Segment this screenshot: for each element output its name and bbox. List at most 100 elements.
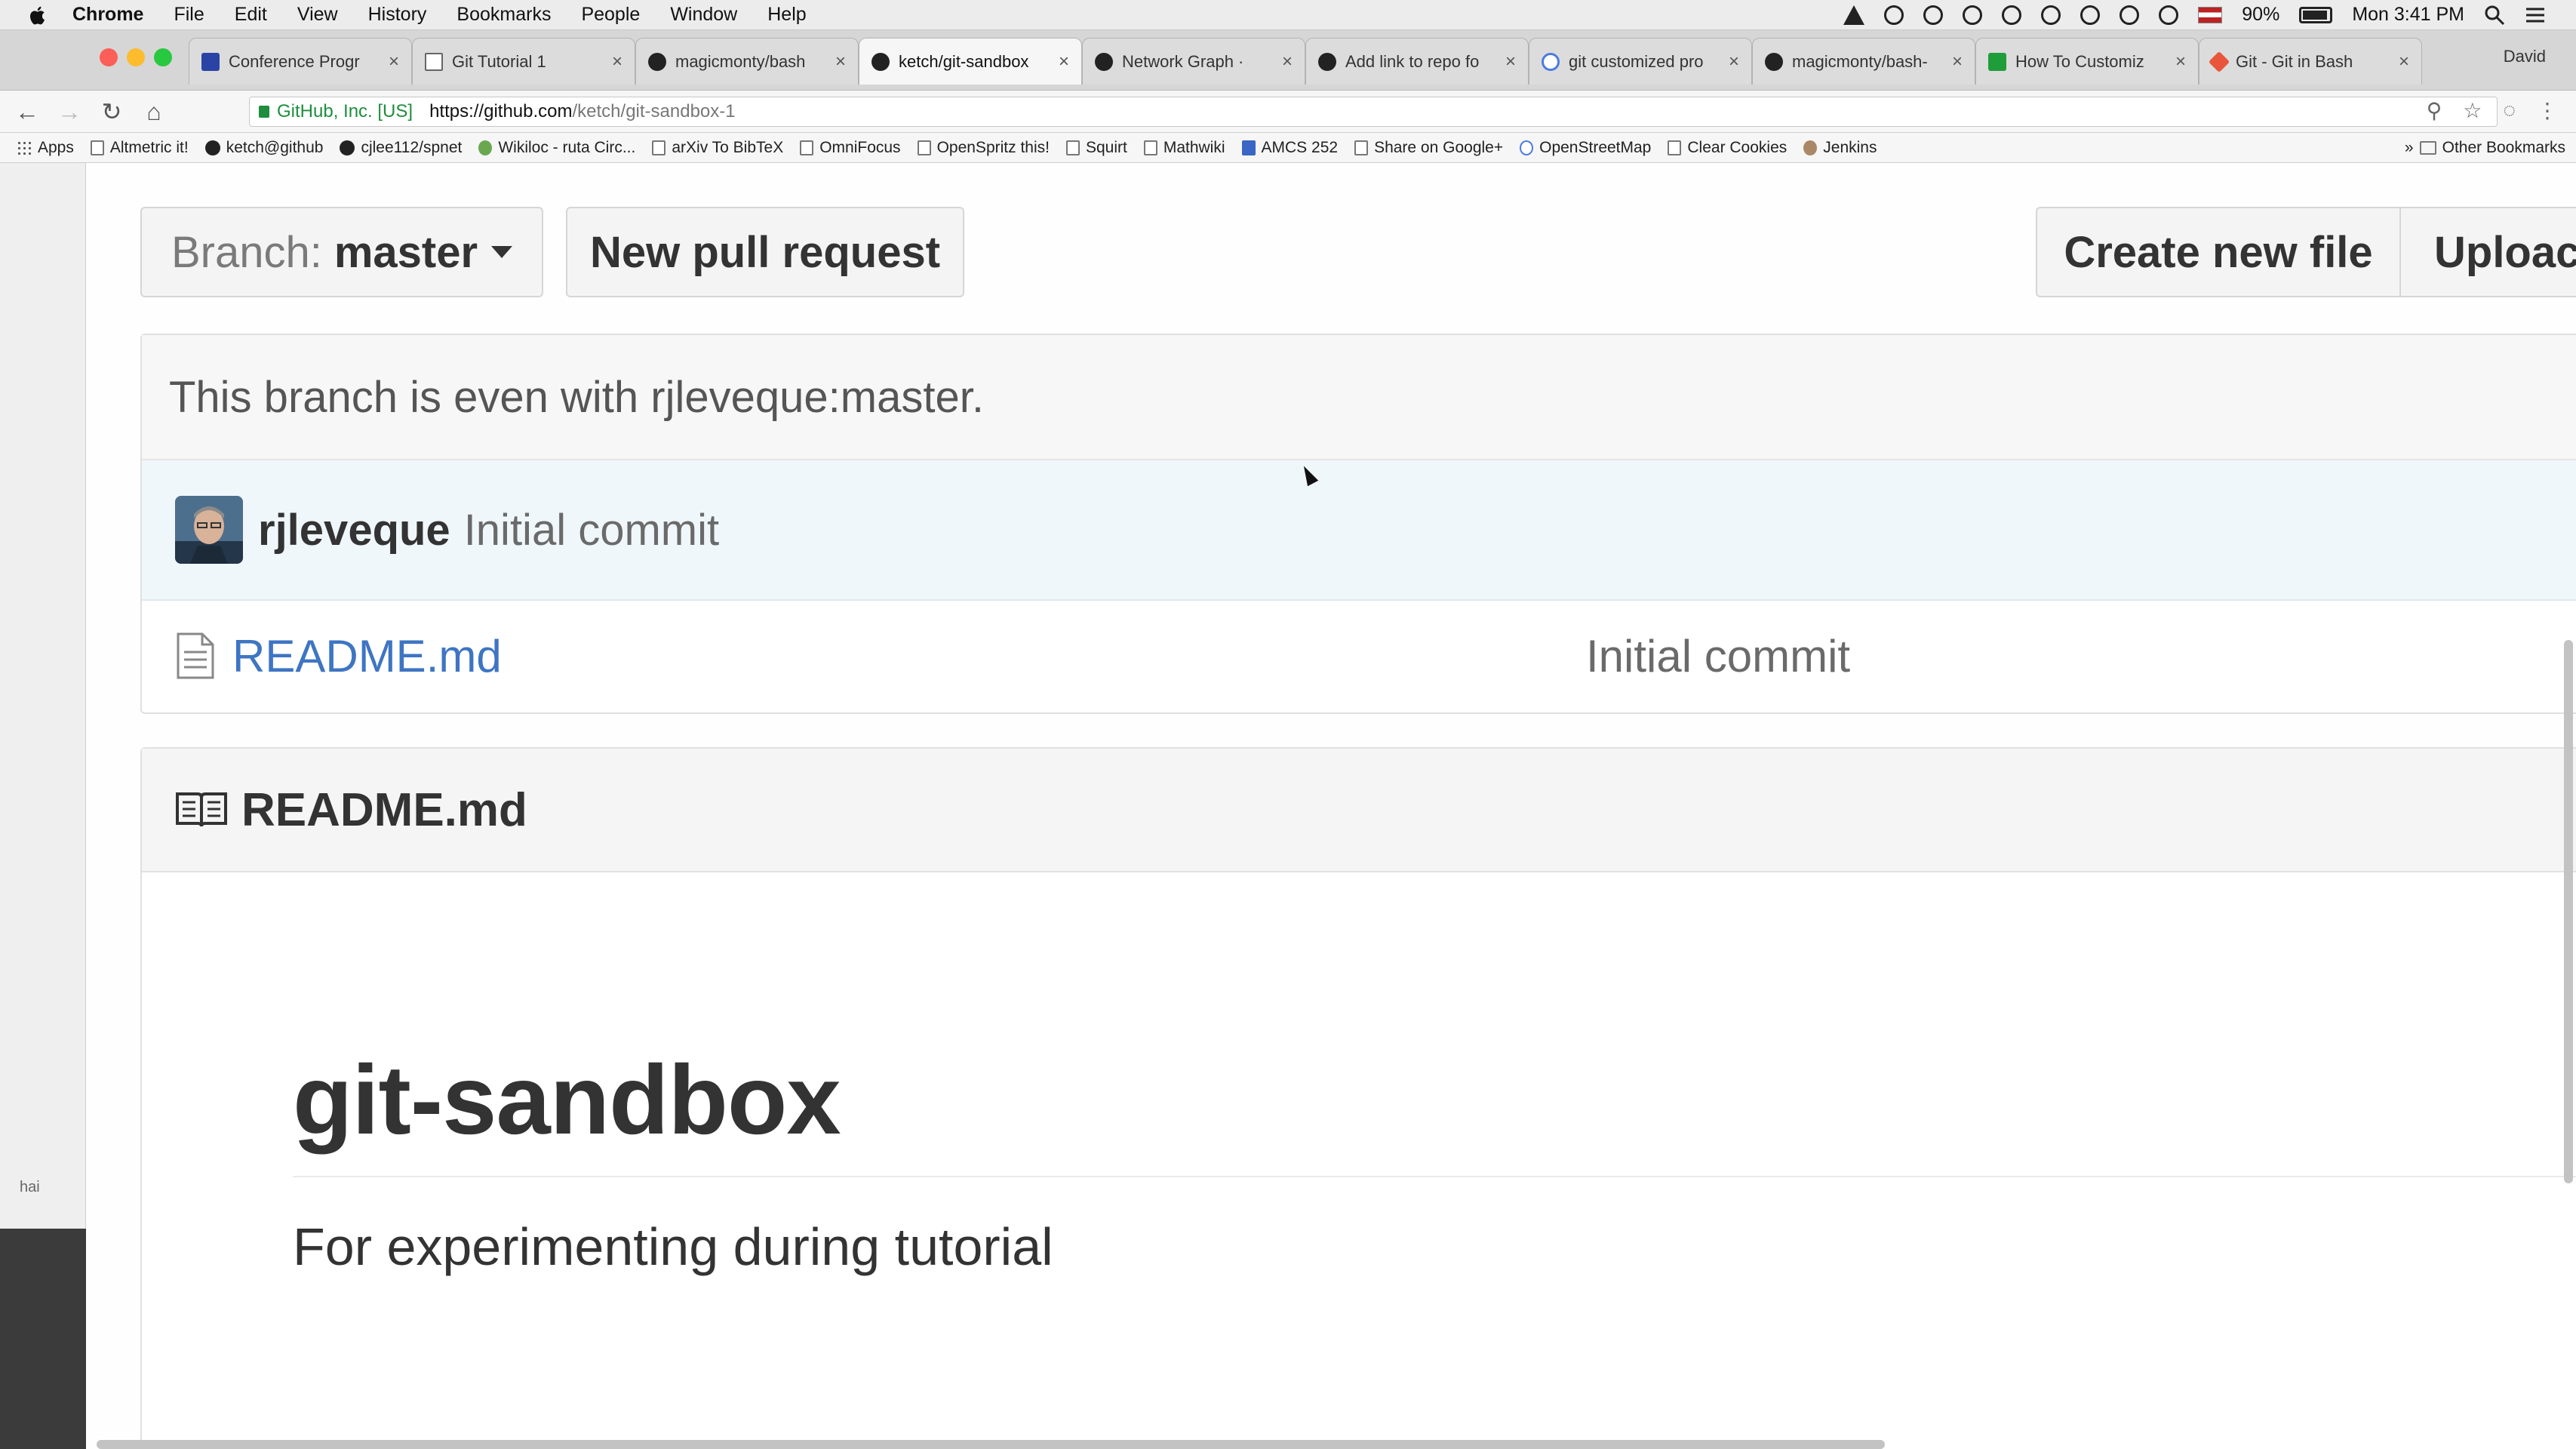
vertical-scrollbar[interactable] [2564, 640, 2573, 1183]
battery-icon[interactable] [2299, 6, 2333, 23]
menu-help[interactable]: Help [767, 4, 806, 26]
drive-icon[interactable] [1843, 5, 1865, 25]
tab-magicmonty-bash-2[interactable]: magicmonty/bash- × [1752, 38, 1975, 85]
bookmark-altmetric[interactable]: Altmetric it! [90, 139, 189, 157]
horizontal-scrollbar[interactable] [97, 1440, 1885, 1449]
tab-close-icon[interactable]: × [1729, 51, 1739, 72]
tab-title: Conference Progr [229, 51, 360, 71]
bookmark-clear-cookies[interactable]: Clear Cookies [1668, 139, 1787, 157]
minimize-window-button[interactable] [127, 48, 145, 66]
menubar-clock[interactable]: Mon 3:41 PM [2352, 4, 2464, 26]
tab-close-icon[interactable]: × [389, 51, 399, 72]
branch-selector-button[interactable]: Branch: master [140, 207, 543, 297]
commit-message-link[interactable]: Initial commit [464, 505, 719, 555]
bookmark-label: ketch@github [226, 138, 324, 156]
tab-close-icon[interactable]: × [1952, 51, 1963, 72]
chevron-double-right-icon[interactable]: » [2405, 139, 2414, 157]
tab-add-link[interactable]: Add link to repo fo × [1305, 38, 1529, 85]
menu-history[interactable]: History [368, 4, 427, 26]
conference-favicon-icon [201, 52, 220, 71]
menu-app-name[interactable]: Chrome [72, 4, 143, 26]
amcs-icon [1241, 140, 1256, 155]
readme-filename: README.md [241, 783, 527, 836]
create-new-file-button[interactable]: Create new file [2036, 207, 2401, 297]
browser-toolbar: ← → ↻ ⌂ GitHub, Inc. [US] https://github… [0, 91, 2576, 133]
extension-icon[interactable]: ◌ [2503, 98, 2516, 123]
notification-center-icon[interactable] [2525, 6, 2546, 24]
branch-name: master [334, 227, 478, 277]
bookmark-openspritz[interactable]: OpenSpritz this! [917, 139, 1050, 157]
forward-arrow-icon[interactable]: → [54, 97, 85, 127]
tab-close-icon[interactable]: × [2175, 51, 2186, 72]
new-pull-request-button[interactable]: New pull request [566, 207, 964, 297]
commit-author-link[interactable]: rjleveque [258, 505, 450, 555]
menu-edit[interactable]: Edit [235, 4, 267, 26]
bookmark-omnifocus[interactable]: OmniFocus [800, 139, 901, 157]
tab-close-icon[interactable]: × [1282, 51, 1293, 72]
home-icon[interactable]: ⌂ [139, 97, 169, 127]
page-icon [800, 140, 814, 155]
avatar[interactable] [175, 496, 243, 564]
readme-box: README.md git-sandbox For experimenting … [140, 747, 2576, 1449]
bookmark-share-google[interactable]: Share on Google+ [1354, 139, 1503, 157]
zoom-icon[interactable]: ⚲ [2427, 98, 2442, 123]
bitbar-icon[interactable] [2002, 5, 2022, 25]
other-bookmarks[interactable]: » Other Bookmarks [2405, 139, 2565, 157]
menu-people[interactable]: People [581, 4, 640, 26]
tab-magicmonty-bash[interactable]: magicmonty/bash × [635, 38, 859, 85]
back-arrow-icon[interactable]: ← [12, 97, 42, 127]
tab-conference-program[interactable]: Conference Progr × [189, 38, 412, 85]
dropbox-icon[interactable] [2041, 5, 2061, 25]
bookmark-squirt[interactable]: Squirt [1065, 138, 1127, 157]
chrome-menu-icon[interactable]: ⋮ [2537, 98, 2558, 123]
tab-git-tutorial[interactable]: Git Tutorial 1 × [412, 38, 635, 85]
bookmark-openstreetmap[interactable]: OpenStreetMap [1520, 139, 1651, 157]
tabs: Conference Progr × Git Tutorial 1 × magi… [189, 38, 2422, 91]
tab-how-to-customize[interactable]: How To Customiz × [1975, 38, 2199, 85]
profile-button[interactable]: David [2504, 47, 2546, 66]
tab-close-icon[interactable]: × [2399, 51, 2409, 72]
tab-title: Git Tutorial 1 [452, 51, 546, 71]
bookmark-ketch-github[interactable]: ketch@github [204, 138, 324, 157]
volume-icon[interactable] [2159, 5, 2179, 25]
close-window-button[interactable] [100, 48, 118, 66]
menu-view[interactable]: View [297, 4, 338, 26]
bookmark-label: Wikiloc - ruta Circ... [498, 138, 636, 156]
bookmark-arxiv-bibtex[interactable]: arXiv To BibTeX [652, 139, 783, 157]
file-name-link[interactable]: README.md [232, 630, 502, 682]
input-source-flag-icon[interactable] [2198, 6, 2223, 23]
address-bar[interactable]: GitHub, Inc. [US] https://github.com /ke… [249, 97, 2498, 127]
reload-icon[interactable]: ↻ [97, 97, 127, 127]
bookmark-spnet[interactable]: cjlee112/spnet [340, 139, 462, 157]
bookmark-mathwiki[interactable]: Mathwiki [1143, 139, 1225, 157]
tab-network-graph[interactable]: Network Graph · × [1082, 38, 1305, 85]
bookmark-amcs252[interactable]: AMCS 252 [1241, 139, 1338, 157]
zoom-window-button[interactable] [154, 48, 172, 66]
macos-menu-bar: Chrome File Edit View History Bookmarks … [0, 0, 2576, 30]
bookmark-jenkins[interactable]: Jenkins [1803, 139, 1877, 157]
menu-window[interactable]: Window [670, 4, 737, 26]
menu-bookmarks[interactable]: Bookmarks [456, 4, 551, 26]
apple-menu-icon[interactable] [27, 4, 50, 26]
onepassword-icon[interactable] [1884, 5, 1904, 25]
file-last-commit-link[interactable]: Initial commit [1586, 630, 1850, 682]
bookmark-wikiloc[interactable]: Wikiloc - ruta Circ... [478, 139, 635, 157]
wifi-icon[interactable] [2120, 5, 2140, 25]
timer-icon[interactable] [1923, 5, 1944, 25]
menu-file[interactable]: File [174, 4, 204, 26]
tab-close-icon[interactable]: × [612, 51, 622, 72]
tab-close-icon[interactable]: × [1505, 51, 1516, 72]
tab-git-in-bash[interactable]: Git - Git in Bash × [2199, 38, 2422, 85]
shield-icon[interactable] [1963, 5, 1983, 25]
airplay-icon[interactable] [2080, 5, 2101, 25]
upload-files-button[interactable]: Uploac [2399, 207, 2576, 297]
bookmark-apps[interactable]: Apps [17, 139, 74, 157]
spotlight-search-icon[interactable] [2484, 5, 2505, 26]
tab-git-sandbox-active[interactable]: ketch/git-sandbox × [859, 38, 1082, 85]
page-icon [652, 140, 666, 155]
bookmark-label: Squirt [1085, 138, 1127, 156]
tab-close-icon[interactable]: × [1059, 51, 1069, 72]
bookmark-star-icon[interactable]: ☆ [2463, 98, 2482, 123]
tab-close-icon[interactable]: × [835, 51, 846, 72]
tab-git-customized[interactable]: git customized pro × [1529, 38, 1752, 85]
